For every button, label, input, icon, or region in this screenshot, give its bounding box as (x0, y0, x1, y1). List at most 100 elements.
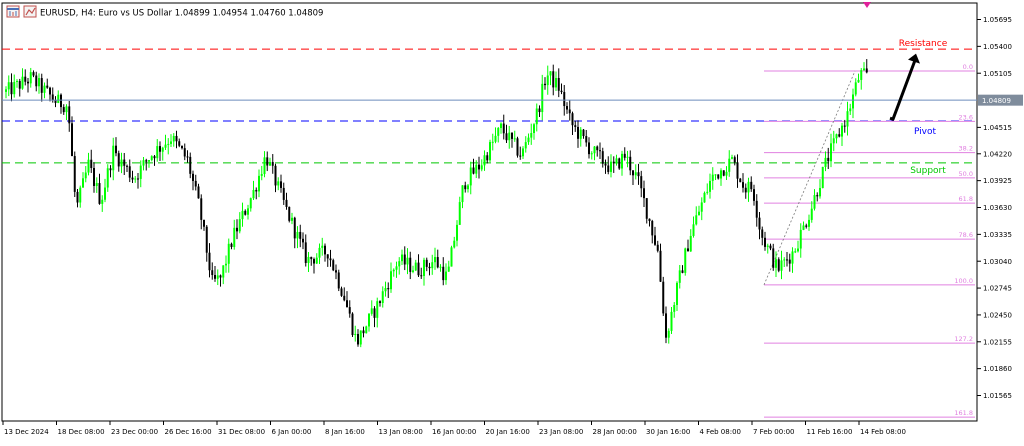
candle-body (57, 94, 60, 103)
candle-body (610, 161, 612, 172)
candle-body (172, 135, 175, 142)
candle-body (13, 81, 16, 95)
candle-body (159, 146, 161, 152)
candle-body (282, 187, 285, 200)
support-label: Support (910, 166, 946, 176)
candle-body (373, 308, 376, 318)
candle-body (673, 304, 676, 312)
candle-body (863, 68, 865, 71)
candle-body (436, 257, 439, 268)
candle-body (249, 198, 252, 209)
price-tick-label: 1.02745 (983, 285, 1012, 293)
candle-body (335, 270, 337, 273)
chart-window-icon[interactable] (6, 5, 20, 18)
candle-body (491, 141, 494, 143)
candle-body (689, 235, 692, 252)
candle-body (585, 136, 588, 143)
candle-body (357, 333, 359, 345)
candle-body (516, 138, 519, 156)
time-tick-label: 23 Dec 00:00 (111, 428, 158, 436)
candle-body (16, 80, 18, 82)
candle-body (819, 187, 821, 197)
candle (662, 276, 665, 316)
candle-body (450, 247, 453, 267)
candle-body (618, 158, 621, 169)
time-tick-label: 23 Jan 08:00 (539, 428, 583, 436)
candle-body (343, 295, 346, 301)
candle-body (139, 165, 142, 179)
candle-body (843, 125, 846, 127)
candle-body (84, 172, 87, 179)
candle-body (392, 269, 395, 272)
candle-body (568, 109, 571, 114)
candle-body (629, 156, 632, 171)
candle-body (255, 189, 258, 192)
candle-body (128, 166, 131, 178)
candle-body (549, 71, 552, 76)
fib-level-label: 23.6 (959, 113, 973, 121)
candle-body (403, 254, 406, 265)
chart-window[interactable]: Resistance Pivot Support 0.0 23.6 38.2 50.0 61… (0, 0, 1024, 442)
candle-body (368, 313, 370, 327)
candle-body (302, 238, 304, 243)
candle-body (46, 85, 49, 88)
candle-body (115, 145, 117, 154)
candle-body (813, 195, 816, 209)
candle-body (857, 79, 860, 83)
candle-body (65, 106, 68, 113)
candle-body (230, 243, 233, 247)
candle-body (731, 157, 733, 159)
candle-body (82, 178, 84, 188)
candle-body (225, 263, 227, 266)
candle-body (695, 215, 698, 225)
candle-body (376, 301, 379, 318)
candle-body (579, 129, 582, 139)
candle-body (827, 157, 830, 162)
candle-body (753, 189, 755, 201)
candle-body (109, 168, 112, 171)
price-tick-label: 1.03630 (983, 204, 1012, 212)
candle-body (346, 300, 348, 308)
candlestick-chart[interactable]: Resistance Pivot Support 0.0 23.6 38.2 50.0 61… (0, 0, 1024, 442)
candle-body (266, 157, 269, 166)
fib-level-label: 78.6 (959, 231, 973, 239)
candle-body (799, 229, 802, 249)
candle-body (280, 181, 282, 188)
candle-body (783, 259, 786, 261)
candle (365, 325, 368, 334)
candle-body (489, 142, 491, 161)
candle-body (101, 199, 104, 204)
price-axis[interactable]: 1.05695 1.05400 1.05105 1.04515 1.04220 1.039… (977, 16, 1012, 400)
candle (332, 258, 335, 272)
candle-body (626, 156, 629, 158)
candle-body (788, 259, 791, 264)
candle-body (607, 165, 610, 172)
candle-body (750, 181, 753, 190)
candle-body (398, 261, 401, 267)
candle (288, 206, 291, 223)
candle-body (205, 226, 208, 253)
candle-body (563, 92, 566, 107)
candle-body (299, 231, 302, 239)
candle-body (189, 156, 192, 174)
price-tick-label: 1.05695 (983, 16, 1012, 24)
fib-level-label: 0.0 (963, 63, 973, 71)
candle-body (464, 185, 467, 190)
candle-body (475, 164, 478, 174)
candle-body (447, 266, 450, 272)
candle-body (175, 135, 178, 142)
candle-body (238, 219, 241, 232)
candle-body (310, 256, 313, 260)
candle-body (841, 125, 843, 137)
candle-body (354, 333, 357, 336)
candle-body (665, 313, 667, 338)
candle-body (95, 183, 98, 186)
candle-body (38, 78, 40, 87)
candle-body (502, 123, 505, 134)
candle-body (758, 217, 761, 230)
indicator-window-icon[interactable] (23, 5, 37, 18)
candle-body (156, 146, 159, 159)
candle-body (148, 160, 150, 162)
candle-body (318, 247, 321, 258)
candle-body (332, 260, 335, 271)
